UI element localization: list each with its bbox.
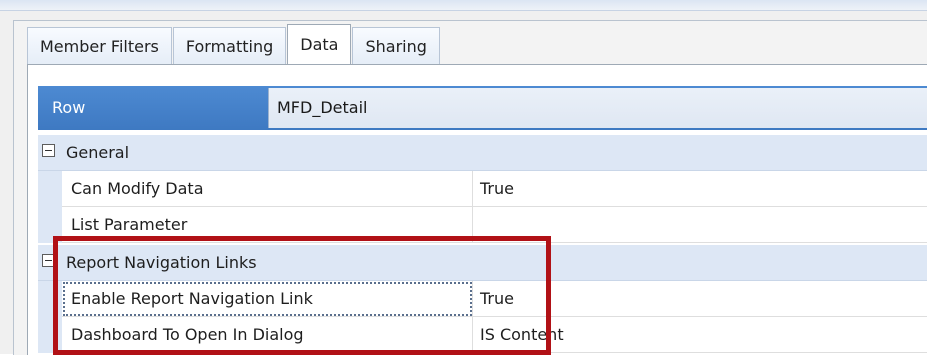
row-selector: Row MFD_Detail: [38, 86, 927, 130]
section-title: Report Navigation Links: [66, 253, 257, 272]
section-general[interactable]: General: [38, 135, 927, 171]
property-name: List Parameter: [71, 215, 188, 234]
tab-data[interactable]: Data: [287, 24, 352, 65]
collapse-toggle-icon[interactable]: [42, 254, 55, 267]
row-value-field[interactable]: MFD_Detail: [268, 88, 927, 128]
property-value-cell[interactable]: True: [473, 281, 927, 317]
section-report-navigation-links[interactable]: Report Navigation Links: [38, 245, 927, 281]
row-gutter: [38, 207, 62, 243]
property-value-cell[interactable]: [473, 207, 927, 243]
tab-formatting[interactable]: Formatting: [172, 27, 287, 65]
tab-member-filters[interactable]: Member Filters: [27, 27, 172, 65]
row-label: Row: [52, 98, 86, 117]
row-gutter: [38, 281, 62, 317]
property-row[interactable]: Dashboard To Open In Dialog IS Content: [38, 317, 927, 353]
property-value: IS Content: [480, 325, 564, 344]
section-title: General: [66, 143, 130, 162]
property-value-cell[interactable]: IS Content: [473, 317, 927, 353]
tab-strip: Member Filters Formatting Data Sharing: [27, 24, 441, 65]
tab-sharing[interactable]: Sharing: [352, 27, 440, 65]
property-name-cell[interactable]: Dashboard To Open In Dialog: [62, 317, 473, 353]
property-name-cell[interactable]: List Parameter: [62, 207, 473, 243]
row-value: MFD_Detail: [277, 98, 368, 117]
property-name: Can Modify Data: [71, 179, 204, 198]
app-window: Member Filters Formatting Data Sharing R…: [0, 0, 927, 355]
row-gutter: [38, 317, 62, 353]
property-row[interactable]: Enable Report Navigation Link True: [38, 281, 927, 317]
property-name-cell[interactable]: Enable Report Navigation Link: [62, 281, 473, 317]
property-row[interactable]: Can Modify Data True: [38, 171, 927, 207]
property-row[interactable]: List Parameter: [38, 207, 927, 243]
property-value: True: [480, 179, 514, 198]
property-value-cell[interactable]: True: [473, 171, 927, 207]
property-name-cell[interactable]: Can Modify Data: [62, 171, 473, 207]
property-name: Dashboard To Open In Dialog: [71, 325, 304, 344]
property-value: True: [480, 289, 514, 308]
collapse-toggle-icon[interactable]: [42, 144, 55, 157]
window-top-bar: [0, 0, 927, 11]
property-name: Enable Report Navigation Link: [71, 289, 313, 308]
row-gutter: [38, 171, 62, 207]
